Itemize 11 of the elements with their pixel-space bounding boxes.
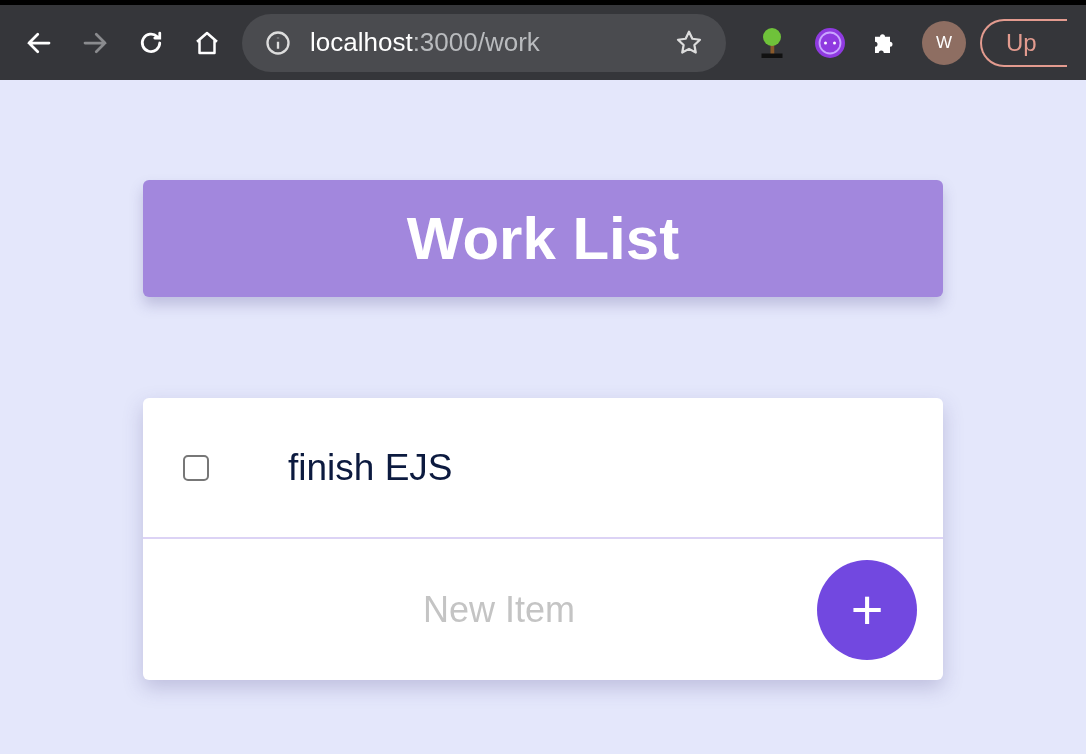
item-text: finish EJS [288, 445, 453, 490]
url-host: localhost [310, 26, 413, 59]
address-bar[interactable]: localhost:3000/work [242, 13, 726, 72]
info-icon[interactable] [264, 28, 292, 57]
add-button[interactable]: + [817, 560, 917, 660]
update-button[interactable]: Up [980, 18, 1067, 67]
checkbox[interactable] [183, 454, 209, 481]
profile-avatar[interactable]: W [922, 20, 966, 65]
page-title: Work List [406, 203, 680, 274]
new-item-field[interactable]: New Item [219, 582, 779, 637]
url-path: :3000/work [412, 26, 540, 59]
